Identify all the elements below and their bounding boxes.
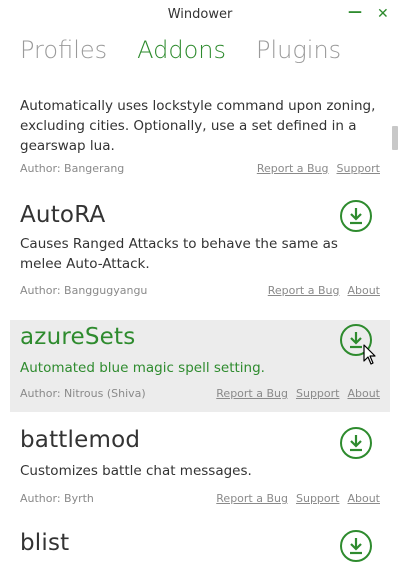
tab-bar: Profiles Addons Plugins — [20, 36, 371, 70]
download-icon — [350, 538, 362, 555]
window-title: Windower — [167, 7, 233, 22]
addon-meta: Author: Nitrous (Shiva) Report a Bug Sup… — [20, 387, 380, 400]
scroll-thumb[interactable] — [392, 126, 398, 150]
report-bug-link[interactable]: Report a Bug — [268, 284, 340, 297]
support-link[interactable]: Support — [296, 387, 339, 400]
tab-addons[interactable]: Addons — [137, 36, 226, 70]
tab-profiles[interactable]: Profiles — [20, 36, 107, 70]
addon-item[interactable]: AutoRA Causes Ranged Attacks to behave t… — [10, 198, 390, 308]
addon-author: Author: Nitrous (Shiva) — [20, 387, 146, 400]
report-bug-link[interactable]: Report a Bug — [216, 387, 288, 400]
addon-author: Author: Byrth — [20, 492, 94, 505]
report-bug-link[interactable]: Report a Bug — [257, 162, 329, 175]
addon-author: Author: Banggugyangu — [20, 284, 148, 297]
addon-name: blist — [20, 530, 70, 556]
addon-item[interactable]: Automatically uses lockstyle command upo… — [10, 96, 390, 186]
addon-description: Causes Ranged Attacks to behave the same… — [20, 236, 338, 272]
addon-links: Report a Bug Support About — [216, 387, 380, 400]
addon-name: AutoRA — [20, 202, 106, 228]
download-button[interactable] — [340, 200, 372, 232]
addon-meta: Author: Byrth Report a Bug Support About — [20, 492, 380, 505]
about-link[interactable]: About — [347, 387, 380, 400]
scrollbar[interactable] — [392, 78, 400, 570]
download-button[interactable] — [340, 530, 372, 562]
addon-name: battlemod — [20, 427, 141, 453]
addon-links: Report a Bug Support About — [216, 492, 380, 505]
report-bug-link[interactable]: Report a Bug — [216, 492, 288, 505]
addon-name: azureSets — [20, 324, 136, 350]
mouse-cursor-icon — [363, 344, 376, 365]
addon-description: Automatically uses lockstyle command upo… — [20, 98, 376, 154]
addon-item[interactable]: blist — [10, 526, 390, 570]
support-link[interactable]: Support — [337, 162, 380, 175]
addon-links: Report a Bug About — [268, 284, 380, 297]
addon-description: Customizes battle chat messages. — [20, 463, 252, 479]
addon-item[interactable]: azureSets Automated blue magic spell set… — [10, 320, 390, 412]
addon-author: Author: Bangerang — [20, 162, 125, 175]
addon-list: Automatically uses lockstyle command upo… — [0, 78, 390, 570]
download-icon — [350, 208, 362, 225]
minimize-button[interactable]: — — [348, 4, 362, 20]
close-button[interactable]: ✕ — [377, 6, 389, 22]
addon-links: Report a Bug Support — [257, 162, 380, 175]
tab-plugins[interactable]: Plugins — [256, 36, 341, 70]
title-bar: Windower — ✕ — [0, 0, 400, 32]
addon-meta: Author: Bangerang Report a Bug Support — [20, 162, 380, 175]
addon-item[interactable]: battlemod Customizes battle chat message… — [10, 423, 390, 518]
addon-description: Automated blue magic spell setting. — [20, 360, 265, 376]
about-link[interactable]: About — [347, 492, 380, 505]
download-icon — [350, 435, 362, 452]
support-link[interactable]: Support — [296, 492, 339, 505]
about-link[interactable]: About — [347, 284, 380, 297]
download-button[interactable] — [340, 427, 372, 459]
addon-meta: Author: Banggugyangu Report a Bug About — [20, 284, 380, 297]
